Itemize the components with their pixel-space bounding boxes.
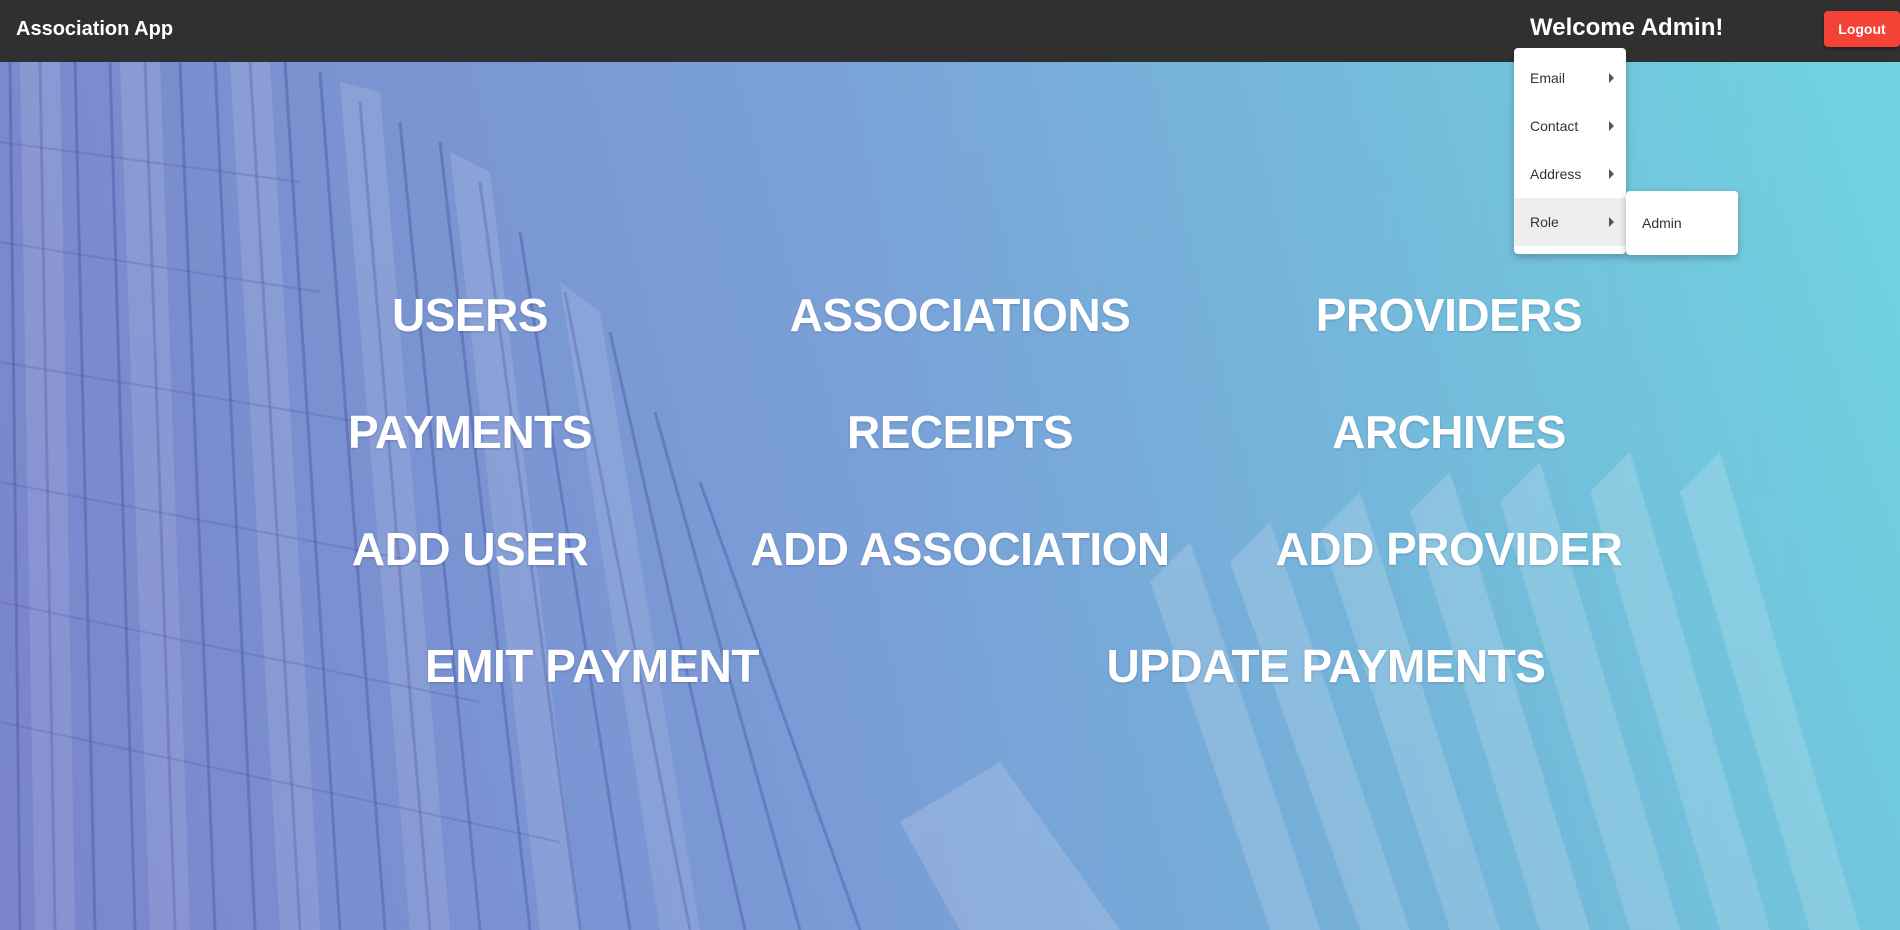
- menu-item-email[interactable]: Email: [1514, 54, 1626, 102]
- nav-update-payments[interactable]: UPDATE PAYMENTS: [1106, 639, 1546, 693]
- profile-dropdown-menu: Email Contact Address Role: [1514, 48, 1626, 254]
- submenu-item-admin[interactable]: Admin: [1626, 199, 1738, 247]
- app-brand[interactable]: Association App: [16, 18, 173, 41]
- menu-item-role[interactable]: Role: [1514, 198, 1626, 246]
- caret-right-icon: [1609, 121, 1614, 131]
- menu-item-label: Address: [1530, 166, 1582, 182]
- welcome-message[interactable]: Welcome Admin!: [1530, 14, 1723, 42]
- app-root: Association App Welcome Admin! Logout US…: [0, 0, 1900, 930]
- caret-right-icon: [1609, 169, 1614, 179]
- nav-providers[interactable]: PROVIDERS: [1229, 288, 1669, 342]
- caret-right-icon: [1609, 217, 1614, 227]
- caret-right-icon: [1609, 73, 1614, 83]
- role-submenu: Admin: [1626, 191, 1738, 255]
- nav-associations[interactable]: ASSOCIATIONS: [740, 288, 1180, 342]
- nav-add-user[interactable]: ADD USER: [250, 522, 690, 576]
- nav-add-association[interactable]: ADD ASSOCIATION: [740, 522, 1180, 576]
- menu-item-label: Role: [1530, 214, 1559, 230]
- nav-receipts[interactable]: RECEIPTS: [740, 405, 1180, 459]
- menu-item-label: Email: [1530, 70, 1566, 86]
- menu-item-contact[interactable]: Contact: [1514, 102, 1626, 150]
- nav-archives[interactable]: ARCHIVES: [1229, 405, 1669, 459]
- nav-emit-payment[interactable]: EMIT PAYMENT: [372, 639, 812, 693]
- logout-button[interactable]: Logout: [1824, 11, 1900, 47]
- nav-users[interactable]: USERS: [250, 288, 690, 342]
- menu-item-address[interactable]: Address: [1514, 150, 1626, 198]
- nav-payments[interactable]: PAYMENTS: [250, 405, 690, 459]
- nav-add-provider[interactable]: ADD PROVIDER: [1229, 522, 1669, 576]
- menu-item-label: Contact: [1530, 118, 1579, 134]
